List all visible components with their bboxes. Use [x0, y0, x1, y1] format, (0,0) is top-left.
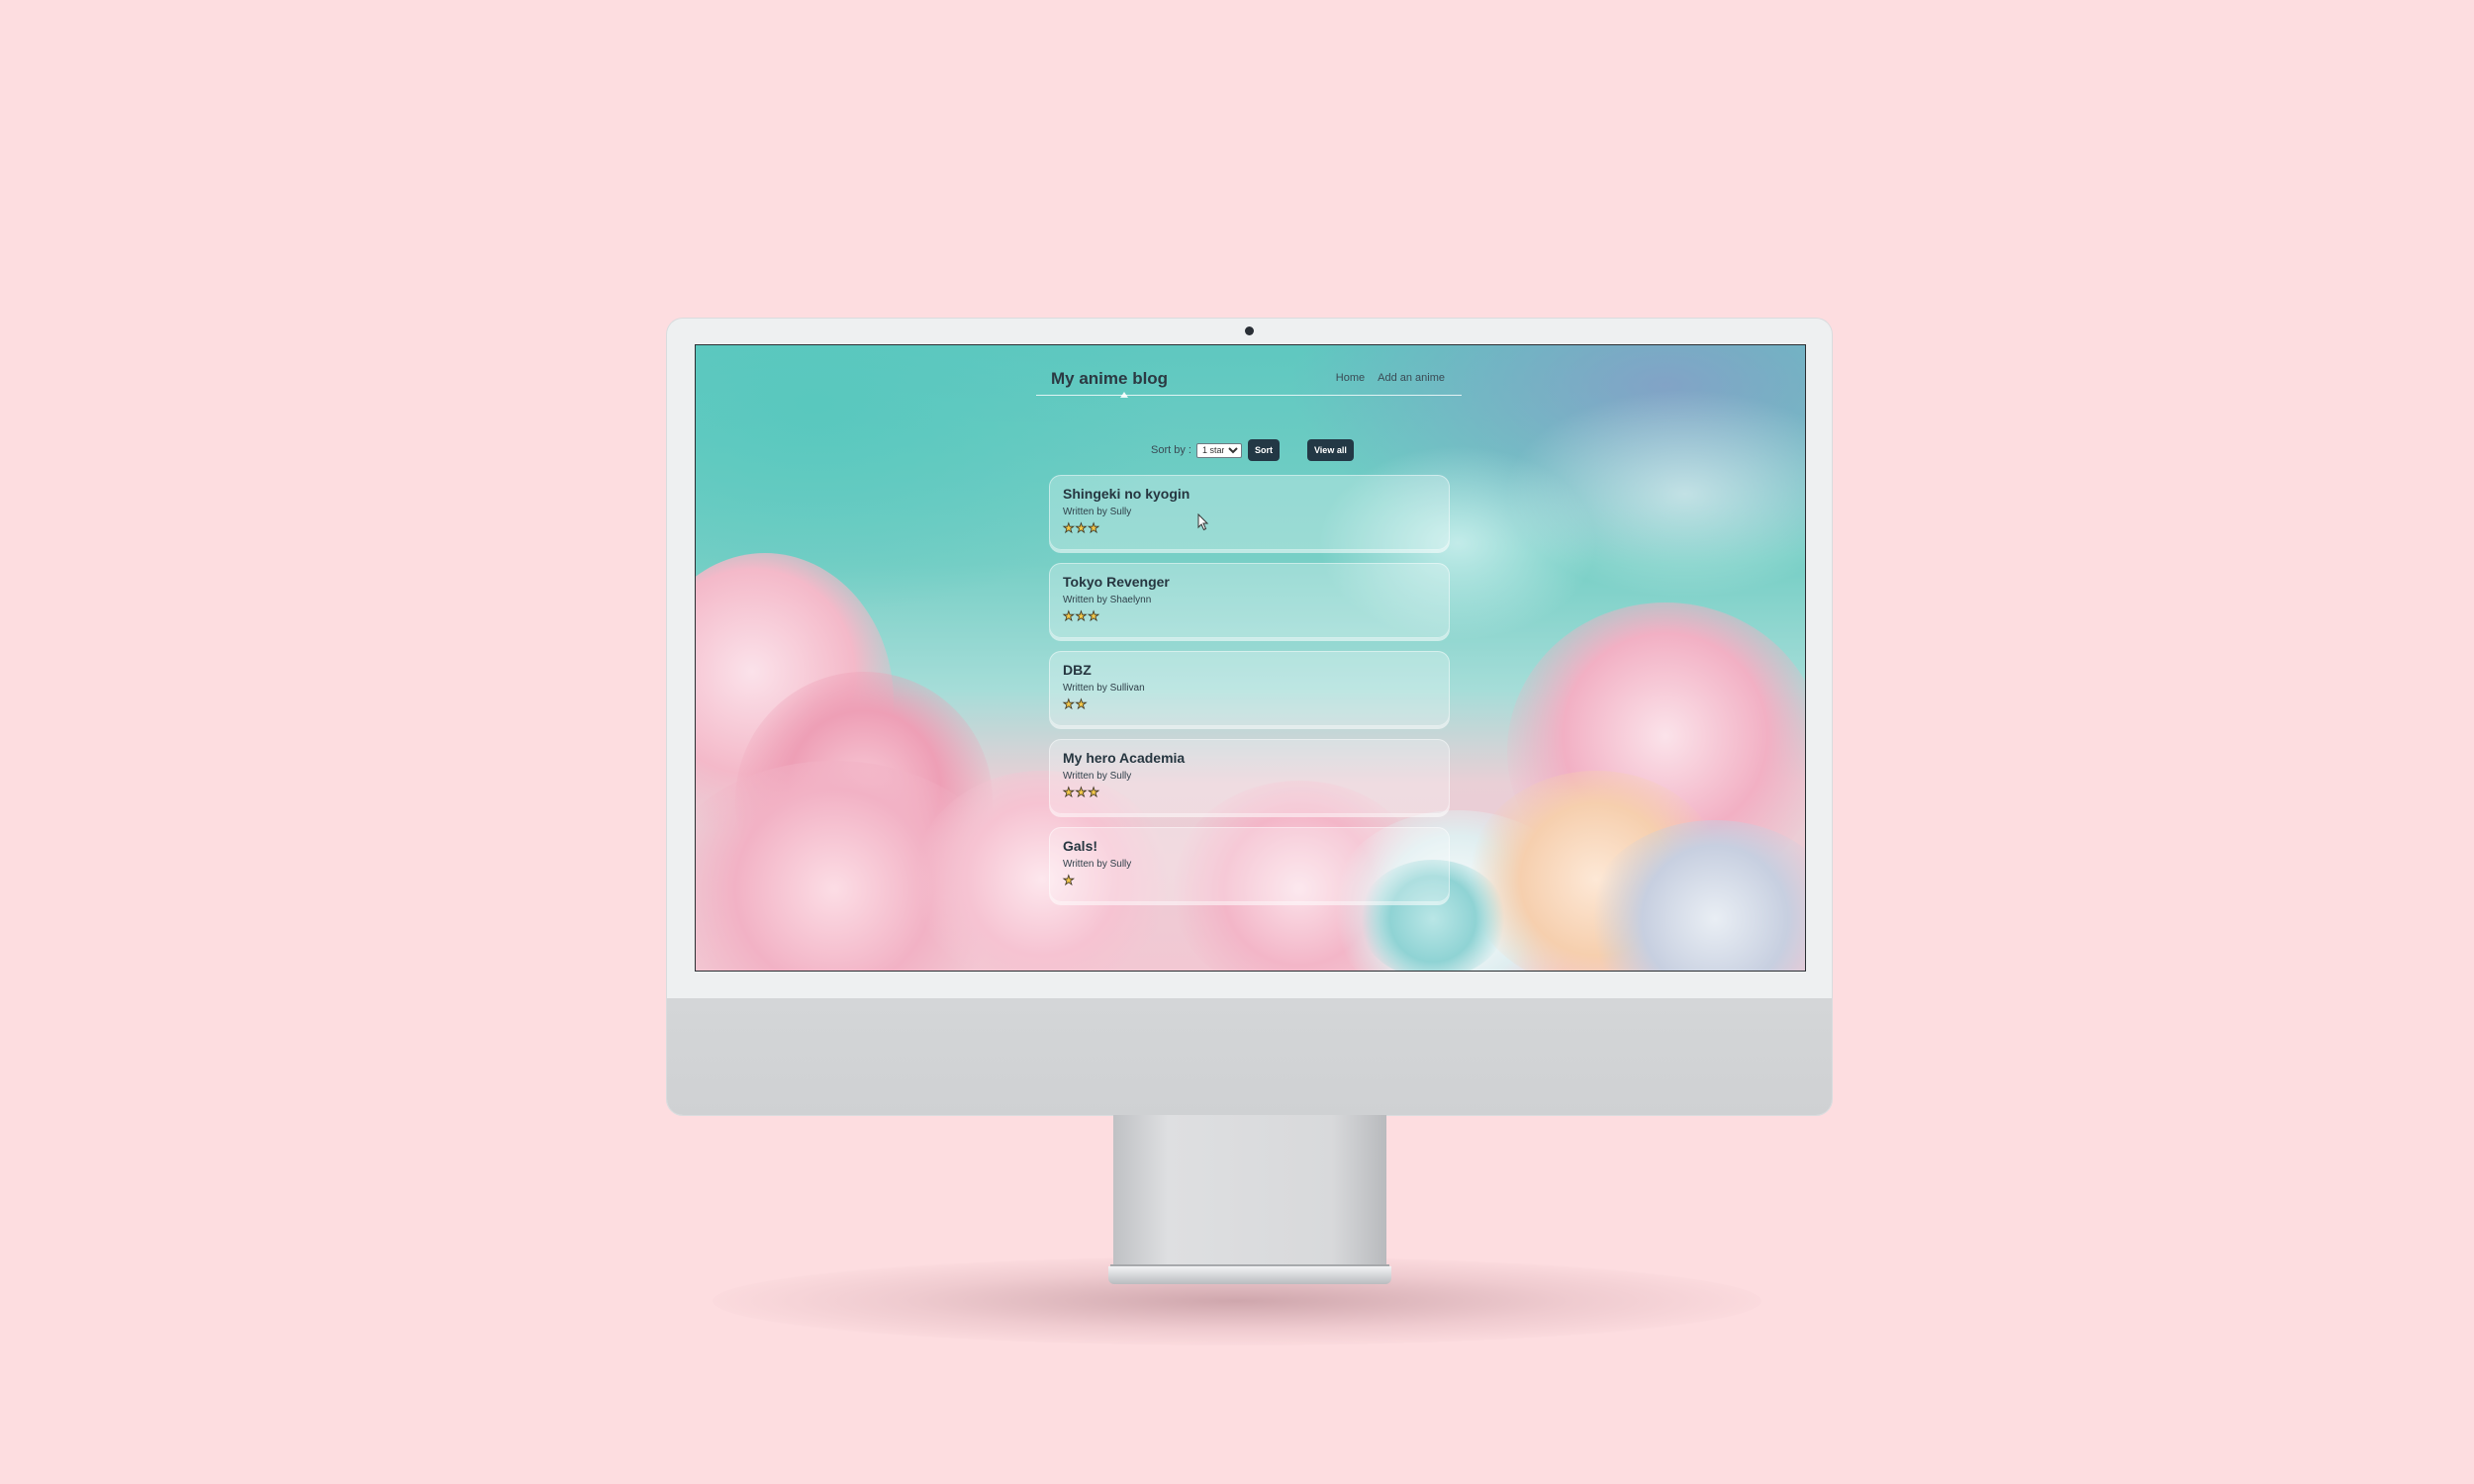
- anime-author: Written by Sully: [1063, 771, 1132, 782]
- anime-author: Written by Sully: [1063, 507, 1132, 517]
- sort-label: Sort by :: [1151, 444, 1191, 456]
- star-icon: ★★★: [1063, 520, 1100, 536]
- anime-title[interactable]: Tokyo Revenger: [1063, 574, 1170, 590]
- nav-indicator: [1120, 392, 1128, 398]
- star-icon: ★★★: [1063, 785, 1100, 800]
- nav-link-home[interactable]: Home: [1336, 372, 1365, 384]
- anime-title[interactable]: Shingeki no kyogin: [1063, 486, 1189, 502]
- mouse-pointer-icon: [1197, 513, 1209, 531]
- anime-title[interactable]: Gals!: [1063, 838, 1097, 854]
- navbar: My anime blog Home Add an anime: [1036, 355, 1462, 396]
- anime-title[interactable]: My hero Academia: [1063, 750, 1185, 766]
- nav-link-add-anime[interactable]: Add an anime: [1378, 372, 1445, 384]
- anime-author: Written by Sullivan: [1063, 683, 1145, 694]
- anime-list: Shingeki no kyogin Written by Sully ★★★ …: [1049, 475, 1450, 915]
- camera-icon: [1245, 326, 1254, 335]
- site-title[interactable]: My anime blog: [1051, 369, 1168, 389]
- monitor-chin: [667, 998, 1832, 1115]
- anime-card[interactable]: Gals! Written by Sully ★: [1049, 827, 1450, 902]
- screen: My anime blog Home Add an anime Sort by …: [695, 344, 1806, 972]
- sort-select[interactable]: 1 star: [1195, 442, 1242, 458]
- anime-title[interactable]: DBZ: [1063, 662, 1092, 678]
- mockup-stage: My anime blog Home Add an anime Sort by …: [0, 0, 2474, 1484]
- anime-author: Written by Sully: [1063, 859, 1132, 870]
- anime-card[interactable]: My hero Academia Written by Sully ★★★: [1049, 739, 1450, 814]
- view-all-button[interactable]: View all: [1306, 439, 1354, 461]
- anime-author: Written by Shaelynn: [1063, 595, 1152, 605]
- anime-card[interactable]: DBZ Written by Sullivan ★★: [1049, 651, 1450, 726]
- anime-card[interactable]: Tokyo Revenger Written by Shaelynn ★★★: [1049, 563, 1450, 638]
- anime-card[interactable]: Shingeki no kyogin Written by Sully ★★★: [1049, 475, 1450, 550]
- monitor-stand: [1113, 1115, 1386, 1269]
- star-icon: ★★: [1063, 696, 1089, 712]
- monitor-stand-foot: [1108, 1266, 1391, 1284]
- star-icon: ★★★: [1063, 608, 1100, 624]
- sort-bar: Sort by : 1 star Sort View all: [1151, 439, 1354, 461]
- nav-links: Home Add an anime: [1336, 372, 1445, 384]
- star-icon: ★: [1063, 873, 1076, 888]
- sort-button[interactable]: Sort: [1247, 439, 1280, 461]
